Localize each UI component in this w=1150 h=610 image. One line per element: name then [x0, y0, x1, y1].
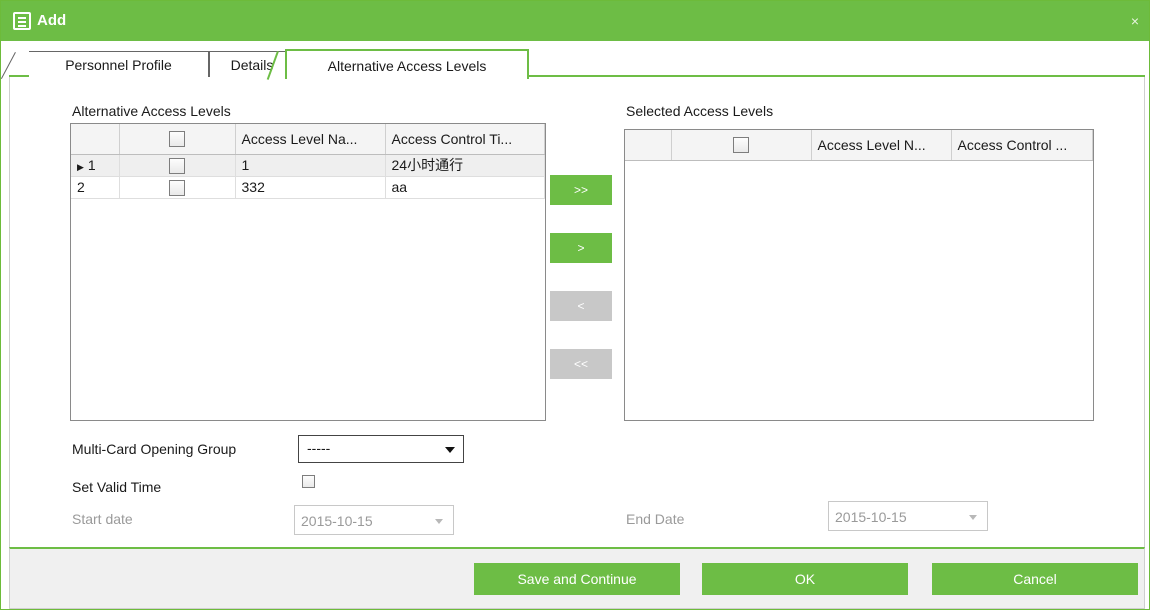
tab-details[interactable]: Details: [209, 51, 295, 77]
select-all-cell: [119, 124, 236, 155]
row-checkbox[interactable]: [169, 157, 185, 174]
grid-header-row: Access Level N... Access Control ...: [625, 130, 1093, 161]
row-index-cell: ▶ 1: [71, 154, 120, 177]
column-access-control-time[interactable]: Access Control ...: [951, 130, 1093, 161]
access-level-name-cell: 1: [235, 154, 386, 177]
column-access-level-name[interactable]: Access Level Na...: [235, 124, 386, 155]
save-and-continue-button[interactable]: Save and Continue: [474, 563, 680, 595]
row-checkbox[interactable]: [169, 179, 185, 196]
chevron-down-icon: [445, 447, 455, 453]
selected-levels-grid: Access Level N... Access Control ...: [624, 129, 1094, 421]
set-valid-time-checkbox[interactable]: [302, 475, 315, 488]
multicard-group-label: Multi-Card Opening Group: [72, 441, 237, 457]
multicard-group-select[interactable]: -----: [298, 435, 464, 463]
chevron-down-icon: [435, 519, 443, 524]
right-panel-title: Selected Access Levels: [626, 103, 774, 119]
remove-selected-button[interactable]: <: [550, 291, 612, 321]
table-row[interactable]: 2 332 aa: [71, 176, 545, 199]
row-index: 2: [77, 179, 85, 195]
row-check-cell: [119, 176, 236, 199]
set-valid-time-label: Set Valid Time: [72, 479, 162, 495]
tab-personnel-profile[interactable]: Personnel Profile: [29, 51, 209, 77]
tab-strip: Personnel Profile Details Alternative Ac…: [9, 49, 1145, 79]
table-row[interactable]: ▶ 1 1 24小时通行: [71, 154, 545, 177]
current-row-icon: ▶: [77, 162, 84, 172]
access-level-name-cell: 332: [235, 176, 386, 199]
ok-button[interactable]: OK: [702, 563, 908, 595]
column-access-control-time[interactable]: Access Control Ti...: [385, 124, 545, 155]
row-header-cell: [625, 130, 672, 161]
start-date-value: 2015-10-15: [301, 513, 373, 529]
add-selected-button[interactable]: >: [550, 233, 612, 263]
title-bar: Add ×: [1, 1, 1149, 41]
add-all-button[interactable]: >>: [550, 175, 612, 205]
start-date-picker[interactable]: 2015-10-15: [294, 505, 454, 535]
form-icon: [13, 12, 31, 30]
start-date-label: Start date: [72, 511, 133, 527]
left-panel-title: Alternative Access Levels: [72, 103, 231, 119]
access-control-time-cell: aa: [385, 176, 545, 199]
dialog-title: Add: [37, 12, 67, 29]
grid-header-row: Access Level Na... Access Control Ti...: [71, 124, 545, 155]
row-index-cell: 2: [71, 176, 120, 199]
close-icon[interactable]: ×: [1131, 13, 1139, 29]
end-date-picker[interactable]: 2015-10-15: [828, 501, 988, 531]
add-dialog: Add × Personnel Profile Details Alternat…: [0, 0, 1150, 610]
column-access-level-name[interactable]: Access Level N...: [811, 130, 952, 161]
row-header-cell: [71, 124, 120, 155]
select-all-cell: [671, 130, 812, 161]
access-control-time-cell: 24小时通行: [385, 154, 545, 177]
tab-alternative-access-levels[interactable]: Alternative Access Levels: [285, 49, 529, 79]
alternative-levels-grid: Access Level Na... Access Control Ti... …: [70, 123, 546, 421]
end-date-label: End Date: [626, 511, 685, 527]
select-all-checkbox[interactable]: [169, 131, 185, 148]
remove-all-button[interactable]: <<: [550, 349, 612, 379]
row-check-cell: [119, 154, 236, 177]
dialog-footer: Save and Continue OK Cancel: [9, 547, 1145, 609]
end-date-value: 2015-10-15: [835, 509, 907, 525]
multicard-group-value: -----: [307, 440, 331, 456]
chevron-down-icon: [969, 515, 977, 520]
cancel-button[interactable]: Cancel: [932, 563, 1138, 595]
row-index: 1: [87, 157, 96, 173]
select-all-checkbox[interactable]: [733, 137, 749, 154]
tab-content: Alternative Access Levels Access Level N…: [9, 77, 1145, 547]
